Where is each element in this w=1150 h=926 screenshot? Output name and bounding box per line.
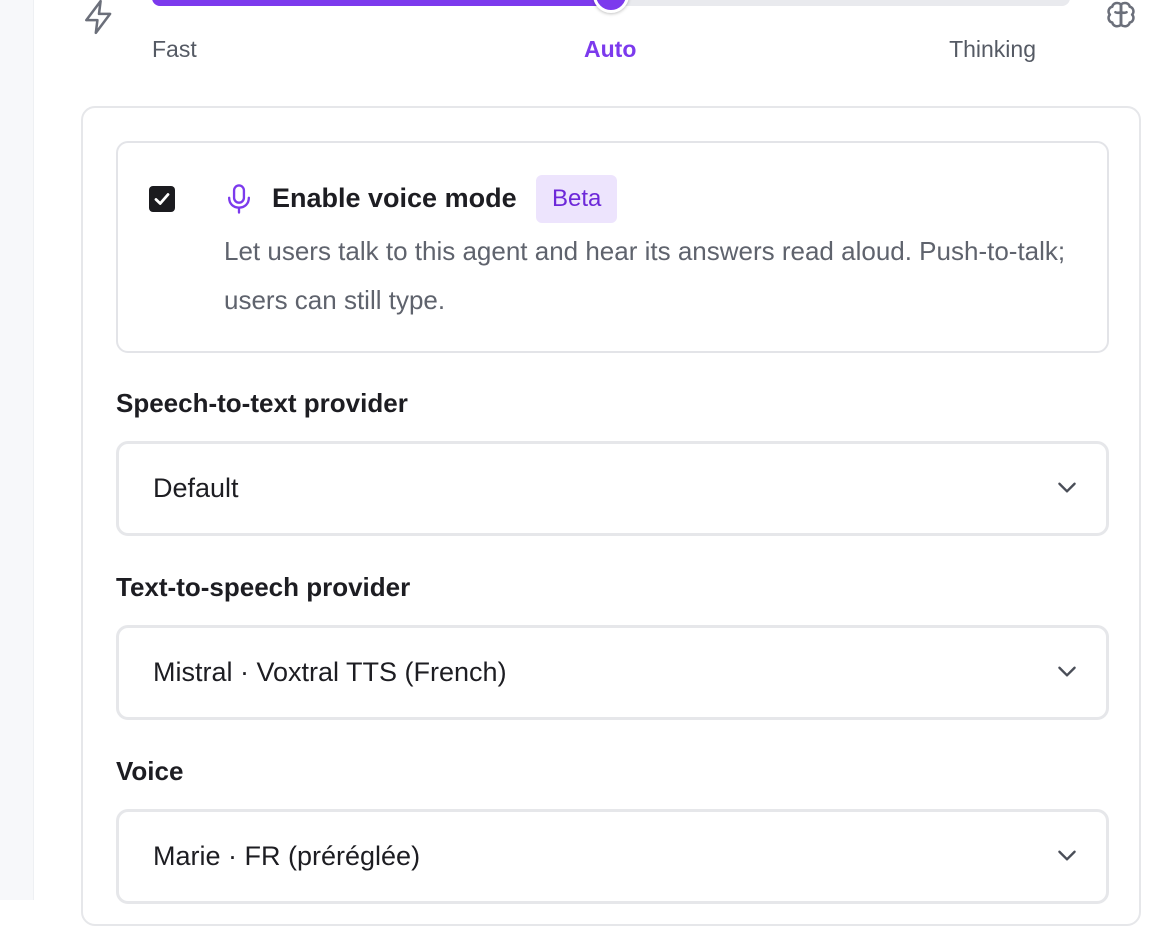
chevron-down-icon <box>1054 842 1080 868</box>
voice-settings-card: Enable voice mode Beta Let users talk to… <box>81 106 1141 926</box>
speed-label-fast[interactable]: Fast <box>152 36 197 63</box>
tts-provider-value: Mistral · Voxtral TTS (French) <box>153 657 507 687</box>
stt-provider-label: Speech-to-text provider <box>116 388 408 418</box>
microphone-icon <box>224 183 254 215</box>
left-rail <box>0 0 34 900</box>
voice-mode-option: Enable voice mode Beta Let users talk to… <box>116 141 1109 353</box>
beta-badge: Beta <box>536 175 618 223</box>
stt-provider-value: Default <box>153 473 239 503</box>
speed-slider-fill <box>152 0 611 6</box>
voice-value: Marie · FR (préréglée) <box>153 841 421 871</box>
brain-icon <box>1102 0 1140 36</box>
speed-slider[interactable] <box>152 0 1070 13</box>
voice-mode-title: Enable voice mode <box>272 183 517 213</box>
chevron-down-icon <box>1054 474 1080 500</box>
speed-label-auto[interactable]: Auto <box>584 36 636 63</box>
tts-provider-label: Text-to-speech provider <box>116 572 411 602</box>
tts-provider-select[interactable]: Mistral · Voxtral TTS (French) <box>116 625 1109 720</box>
voice-mode-checkbox[interactable] <box>149 186 175 212</box>
voice-select[interactable]: Marie · FR (préréglée) <box>116 809 1109 904</box>
chevron-down-icon <box>1054 658 1080 684</box>
stt-provider-select[interactable]: Default <box>116 441 1109 536</box>
speed-label-thinking[interactable]: Thinking <box>949 36 1036 63</box>
agent-settings-panel: Fast Auto Thinking Enable voice mode Bet… <box>34 0 1150 926</box>
voice-mode-description: Let users talk to this agent and hear it… <box>224 236 1066 315</box>
speed-slider-thumb[interactable] <box>593 0 629 13</box>
lightning-icon <box>80 0 118 36</box>
voice-label: Voice <box>116 756 184 786</box>
